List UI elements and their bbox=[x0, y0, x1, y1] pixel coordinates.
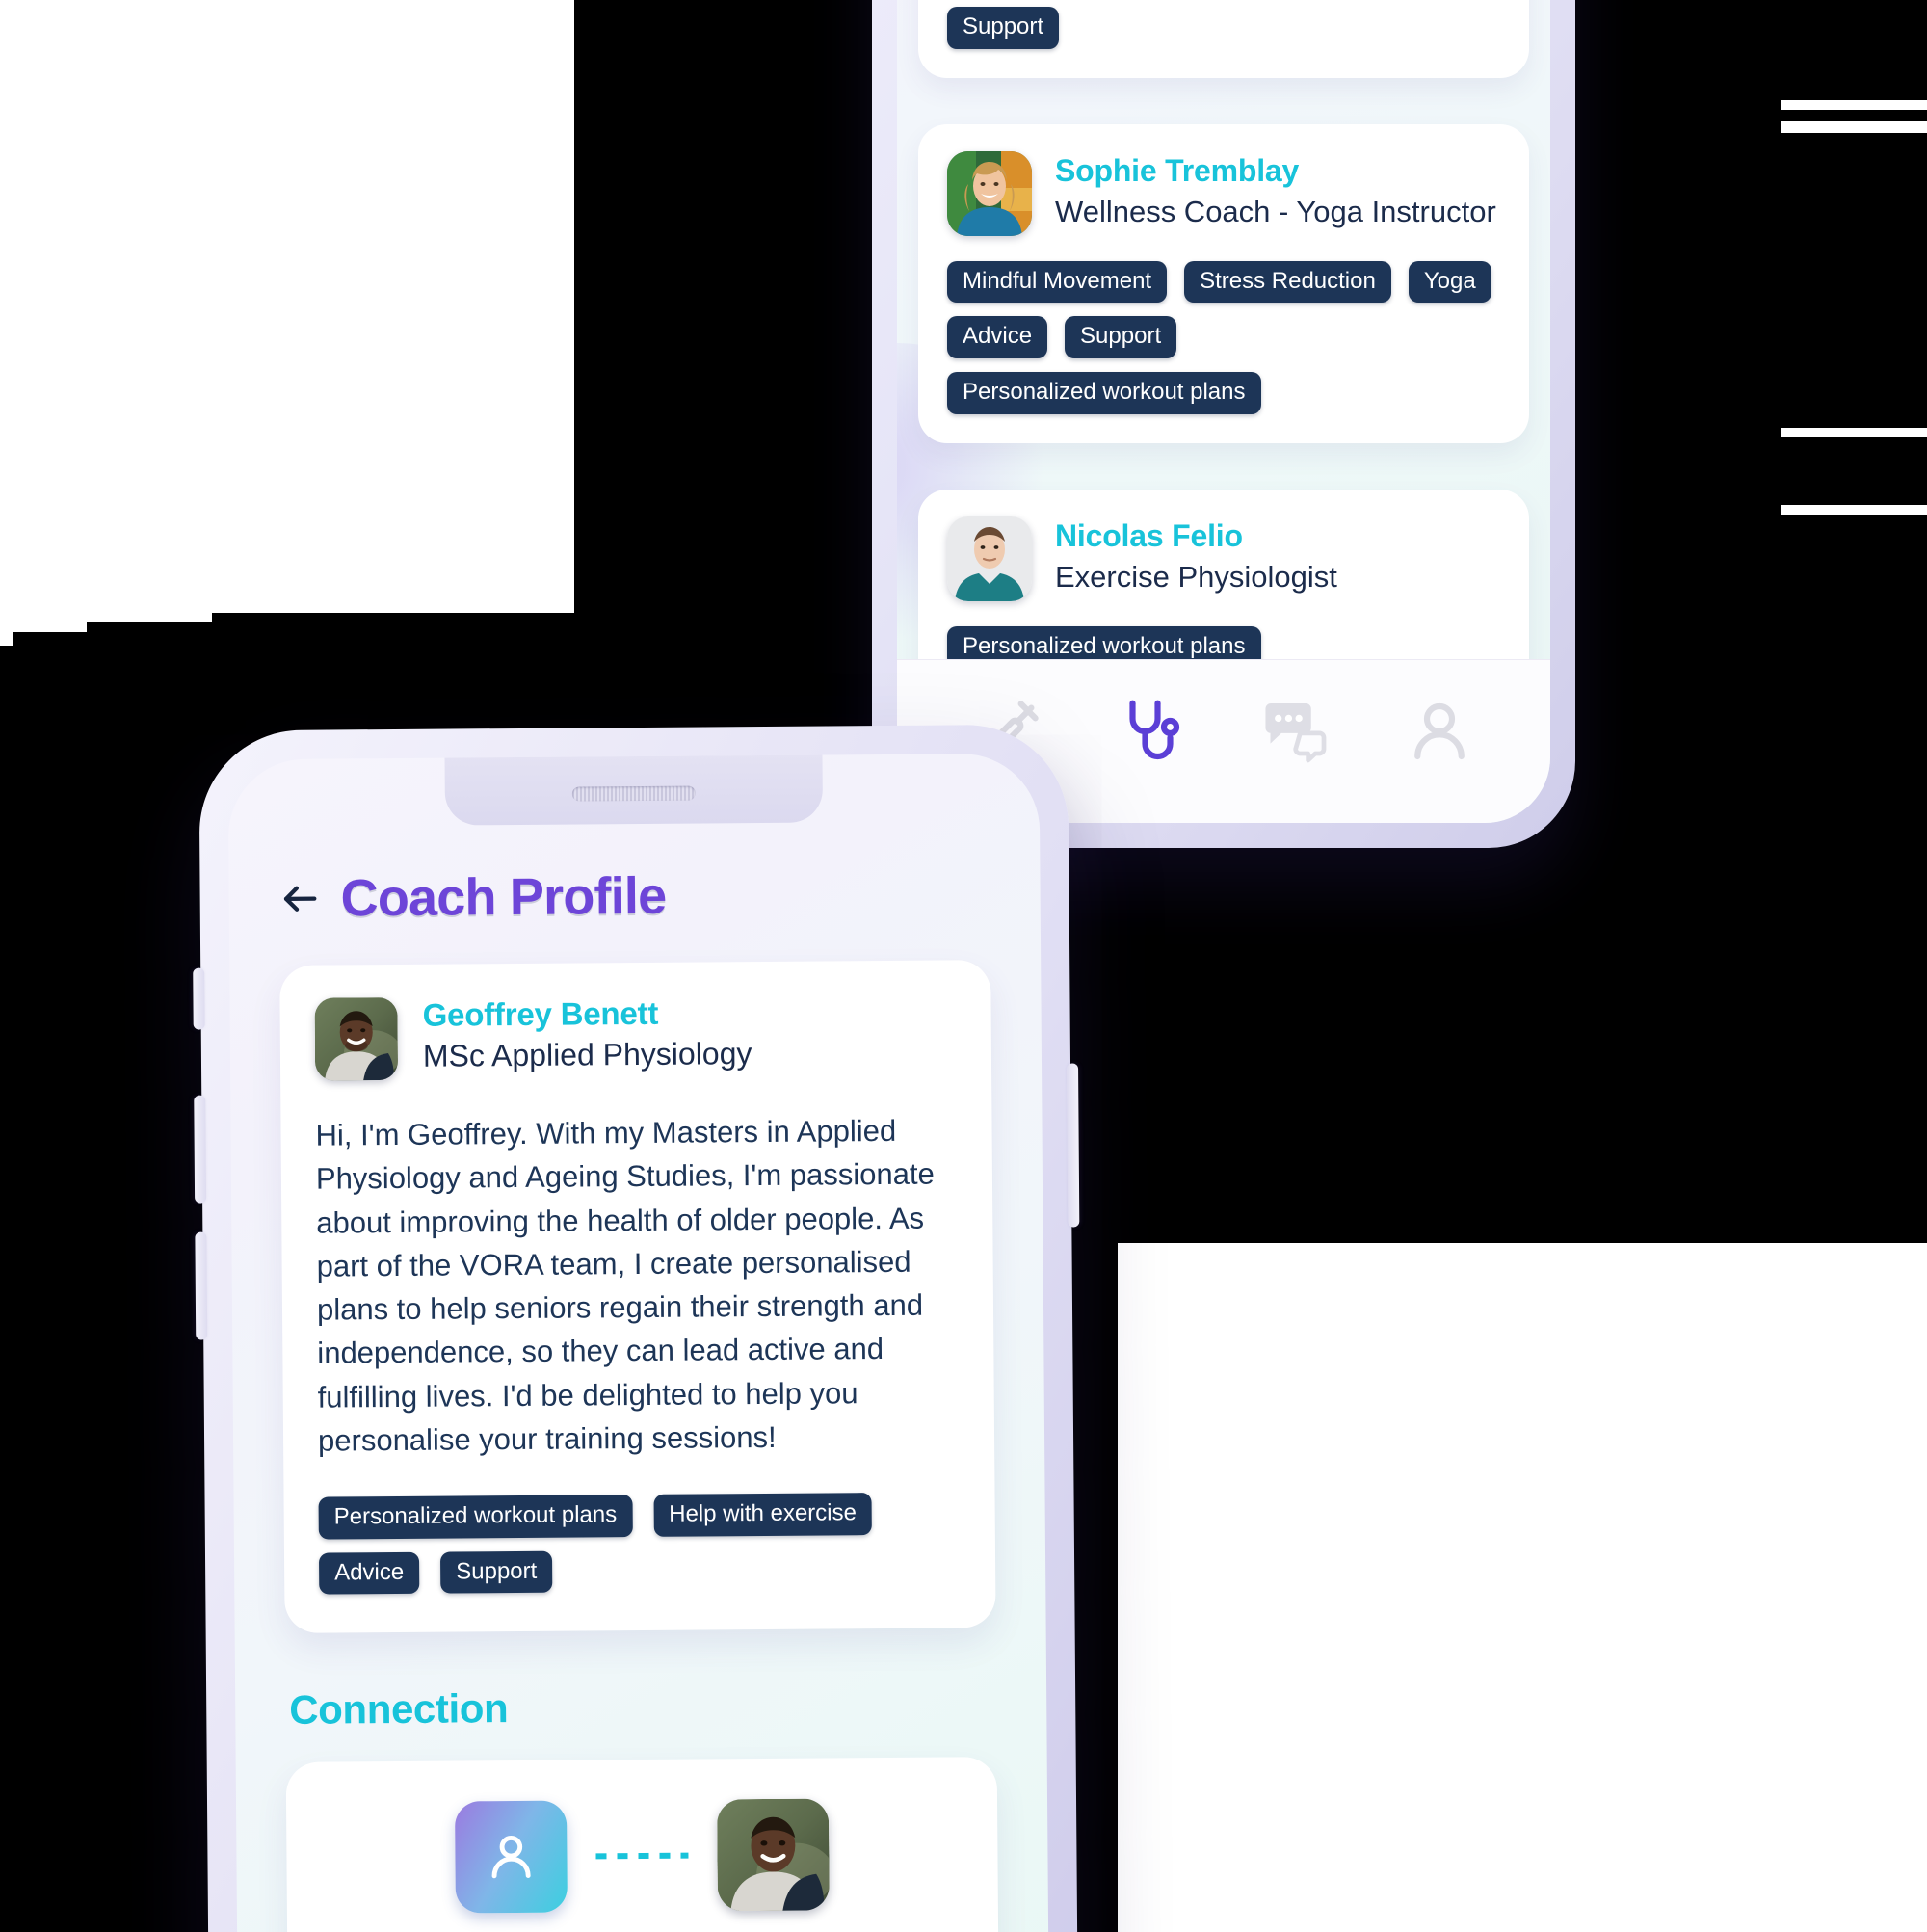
coach-name: Geoffrey Benett bbox=[422, 994, 659, 1033]
stethoscope-icon bbox=[1114, 694, 1189, 769]
avatar bbox=[947, 150, 1032, 236]
coach-tag: Support bbox=[947, 7, 1060, 49]
dotted-link-icon bbox=[595, 1852, 689, 1860]
coach-tag: Advice bbox=[318, 1551, 420, 1595]
coach-tag: Stress Reduction bbox=[1184, 260, 1391, 304]
coach-list-screen: Emily RosenDietitian - RD, LDPersonalize… bbox=[897, 0, 1550, 823]
avatar bbox=[314, 996, 399, 1081]
edge-divider-line bbox=[1781, 505, 1927, 515]
coach-list-scroll[interactable]: Emily RosenDietitian - RD, LDPersonalize… bbox=[897, 0, 1550, 808]
coach-role: Exercise Physiologist bbox=[1055, 559, 1337, 594]
edge-divider-line bbox=[1781, 100, 1927, 110]
coach-card-header: Sophie Tremblay Wellness Coach - Yoga Ins… bbox=[947, 150, 1500, 236]
coach-tag: Advice bbox=[947, 316, 1048, 358]
side-button-silent[interactable] bbox=[193, 967, 205, 1030]
coach-meta: Sophie Tremblay Wellness Coach - Yoga Ins… bbox=[1055, 151, 1496, 231]
coach-tag: Personalized workout plans bbox=[318, 1495, 633, 1540]
nav-item-coaches[interactable] bbox=[1107, 687, 1196, 776]
coach-tag: Yoga bbox=[1408, 260, 1491, 304]
coach-credential: MSc Applied Physiology bbox=[422, 1035, 752, 1073]
speaker-grille-icon bbox=[571, 785, 696, 802]
coach-card[interactable]: Sophie Tremblay Wellness Coach - Yoga Ins… bbox=[918, 123, 1529, 443]
coach-name: Nicolas Felio bbox=[1055, 517, 1243, 553]
background-paper-step bbox=[87, 613, 212, 622]
coach-tag: Personalized workout plans bbox=[947, 371, 1261, 414]
background-paper-step bbox=[0, 613, 13, 646]
coach-bio: Hi, I'm Geoffrey. With my Masters in App… bbox=[315, 1113, 935, 1458]
phone-notch bbox=[444, 753, 824, 826]
coach-tag-list: Personalized Nutrition PlansNutritional … bbox=[947, 0, 1500, 49]
screen-header: Coach Profile bbox=[278, 866, 990, 928]
edge-divider-line bbox=[1781, 428, 1927, 437]
coach-tag: Support bbox=[440, 1550, 553, 1594]
edge-divider-line bbox=[1781, 121, 1927, 133]
coach-profile-content: Coach Profile Geoffrey Benett MSc Applie… bbox=[228, 754, 1050, 1932]
phone-device-back: Emily RosenDietitian - RD, LDPersonalize… bbox=[872, 0, 1575, 848]
background-paper-step bbox=[13, 613, 87, 632]
connection-visual bbox=[321, 1798, 964, 1915]
phone-device-front: Coach Profile Geoffrey Benett MSc Applie… bbox=[193, 724, 1080, 1932]
coach-profile-screen: Coach Profile Geoffrey Benett MSc Applie… bbox=[227, 753, 1050, 1932]
user-avatar-icon bbox=[455, 1800, 568, 1914]
background-paper-bottom-right bbox=[1118, 1243, 1927, 1932]
coach-role: Wellness Coach - Yoga Instructor bbox=[1055, 194, 1496, 228]
coach-tag: Help with exercise bbox=[653, 1493, 873, 1537]
chat-bubbles-icon bbox=[1256, 692, 1335, 771]
coach-card[interactable]: Emily RosenDietitian - RD, LDPersonalize… bbox=[918, 0, 1529, 78]
page-title: Coach Profile bbox=[340, 866, 667, 928]
connection-card[interactable]: Connect with this Coach bbox=[285, 1757, 999, 1932]
profile-header: Geoffrey Benett MSc Applied Physiology bbox=[314, 992, 957, 1081]
side-button-volume-up[interactable] bbox=[194, 1095, 207, 1204]
coach-card-header: Nicolas Felio Exercise Physiologist bbox=[947, 516, 1500, 601]
coach-profile-card: Geoffrey Benett MSc Applied Physiology H… bbox=[279, 960, 996, 1634]
coach-tag-list: Mindful Movement Stress Reduction Yoga Advi… bbox=[947, 260, 1500, 414]
background-paper-top-left bbox=[0, 0, 574, 613]
mockup-scene: Emily RosenDietitian - RD, LDPersonalize… bbox=[0, 0, 1927, 1932]
coach-avatar bbox=[717, 1798, 830, 1912]
coach-tag: Mindful Movement bbox=[947, 260, 1168, 304]
profile-meta: Geoffrey Benett MSc Applied Physiology bbox=[422, 994, 752, 1076]
coach-name: Sophie Tremblay bbox=[1055, 152, 1300, 188]
nav-item-messages[interactable] bbox=[1252, 687, 1340, 776]
user-profile-icon bbox=[1402, 694, 1477, 769]
connection-section-title: Connection bbox=[289, 1685, 509, 1734]
nav-item-profile[interactable] bbox=[1395, 687, 1484, 776]
coach-tag: Support bbox=[1065, 316, 1177, 358]
coach-meta: Nicolas Felio Exercise Physiologist bbox=[1055, 516, 1337, 596]
coach-tag-list: Personalized workout plans Help with exer… bbox=[318, 1492, 962, 1595]
avatar bbox=[947, 516, 1032, 601]
back-arrow-icon[interactable] bbox=[278, 878, 321, 920]
side-button-volume-down[interactable] bbox=[195, 1231, 208, 1340]
side-button-power[interactable] bbox=[1067, 1063, 1080, 1228]
